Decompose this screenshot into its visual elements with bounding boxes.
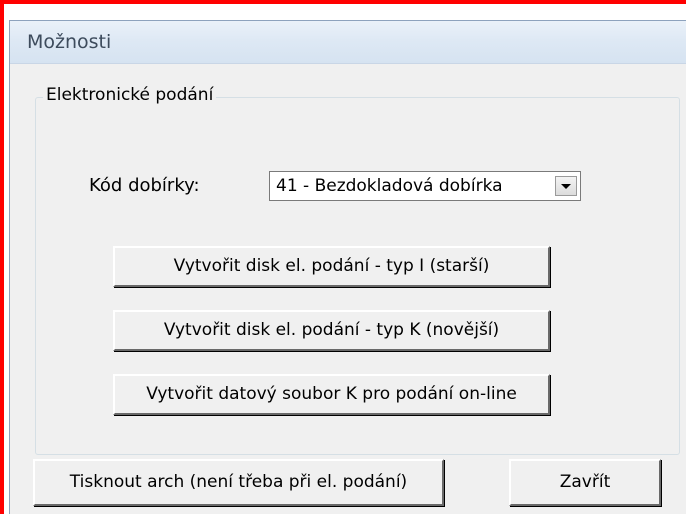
create-disk-type-k-button[interactable]: Vytvořit disk el. podání - typ K (novějš… [113,310,550,351]
create-online-file-button[interactable]: Vytvořit datový soubor K pro podání on-l… [113,374,550,415]
dialog-title: Možnosti [27,31,112,53]
close-button[interactable]: Zavřít [509,459,661,506]
dialog-titlebar[interactable]: Možnosti [10,21,686,64]
create-online-file-label: Vytvořit datový soubor K pro podání on-l… [146,384,517,404]
group-label: Elektronické podání [43,85,217,105]
cod-code-value: 41 - Bezdokladová dobírka [276,176,503,196]
close-label: Zavřít [559,472,611,492]
create-disk-type-k-label: Vytvořit disk el. podání - typ K (novějš… [163,320,500,340]
options-dialog: Možnosti Elektronické podání Kód dobírky… [9,20,686,514]
chevron-down-icon [561,184,571,189]
create-disk-type-i-label: Vytvořit disk el. podání - typ I (starší… [173,256,490,276]
dropdown-button[interactable] [555,176,577,196]
print-sheet-label: Tisknout arch (není třeba při el. podání… [69,472,408,492]
print-sheet-button[interactable]: Tisknout arch (není třeba při el. podání… [33,459,444,506]
cod-code-label: Kód dobírky: [89,175,200,196]
create-disk-type-i-button[interactable]: Vytvořit disk el. podání - typ I (starší… [113,246,550,287]
cod-code-select[interactable]: 41 - Bezdokladová dobírka [269,171,581,201]
